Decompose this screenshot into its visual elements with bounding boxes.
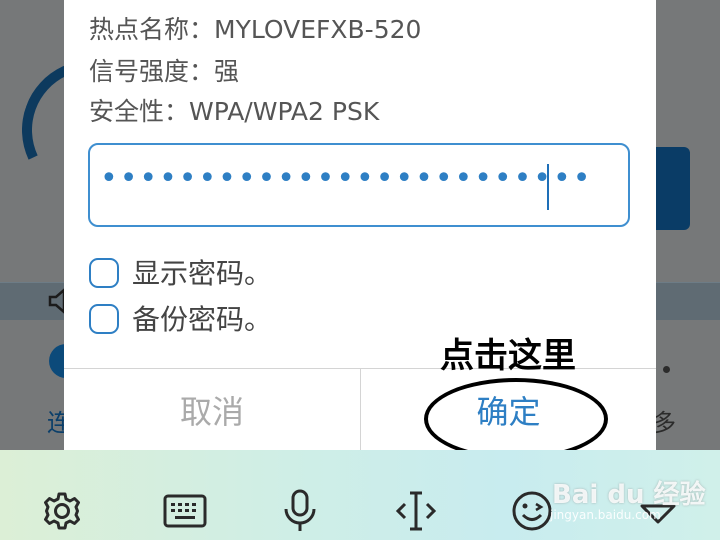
show-password-checkbox[interactable] [89,258,119,288]
background-dot [663,366,670,373]
password-masked-value: ••••••••••••••••••••••••• [100,161,593,196]
hotspot-name: 热点名称：MYLOVEFXB-520 [89,15,422,44]
cancel-button[interactable]: 取消 [64,369,360,450]
backup-password-label: 备份密码。 [132,303,273,336]
signal-strength: 信号强度：强 [89,57,240,86]
screen: 连 多 热点名称：MYLOVEFXB-520 信号强度：强 安全性：WPA/WP… [0,0,720,540]
text-caret [547,164,549,210]
password-input[interactable]: ••••••••••••••••••••••••• [88,143,630,227]
annotation-label: 点击这里 [440,336,576,376]
security-type: 安全性：WPA/WPA2 PSK [89,97,380,126]
confirm-button[interactable]: 确定 [361,369,656,450]
baidu-watermark-url: jingyan.baidu.com [550,508,661,522]
emoji-icon[interactable] [510,489,554,533]
show-password-label: 显示密码。 [132,257,273,290]
backup-password-checkbox[interactable] [89,304,119,334]
cursor-icon[interactable] [394,489,438,533]
baidu-watermark: Bai du 经验 [552,480,706,510]
keyboard-icon[interactable] [163,489,207,533]
gear-icon[interactable] [40,489,84,533]
wifi-connect-dialog: 热点名称：MYLOVEFXB-520 信号强度：强 安全性：WPA/WPA2 P… [64,0,656,450]
microphone-icon[interactable] [278,489,322,533]
